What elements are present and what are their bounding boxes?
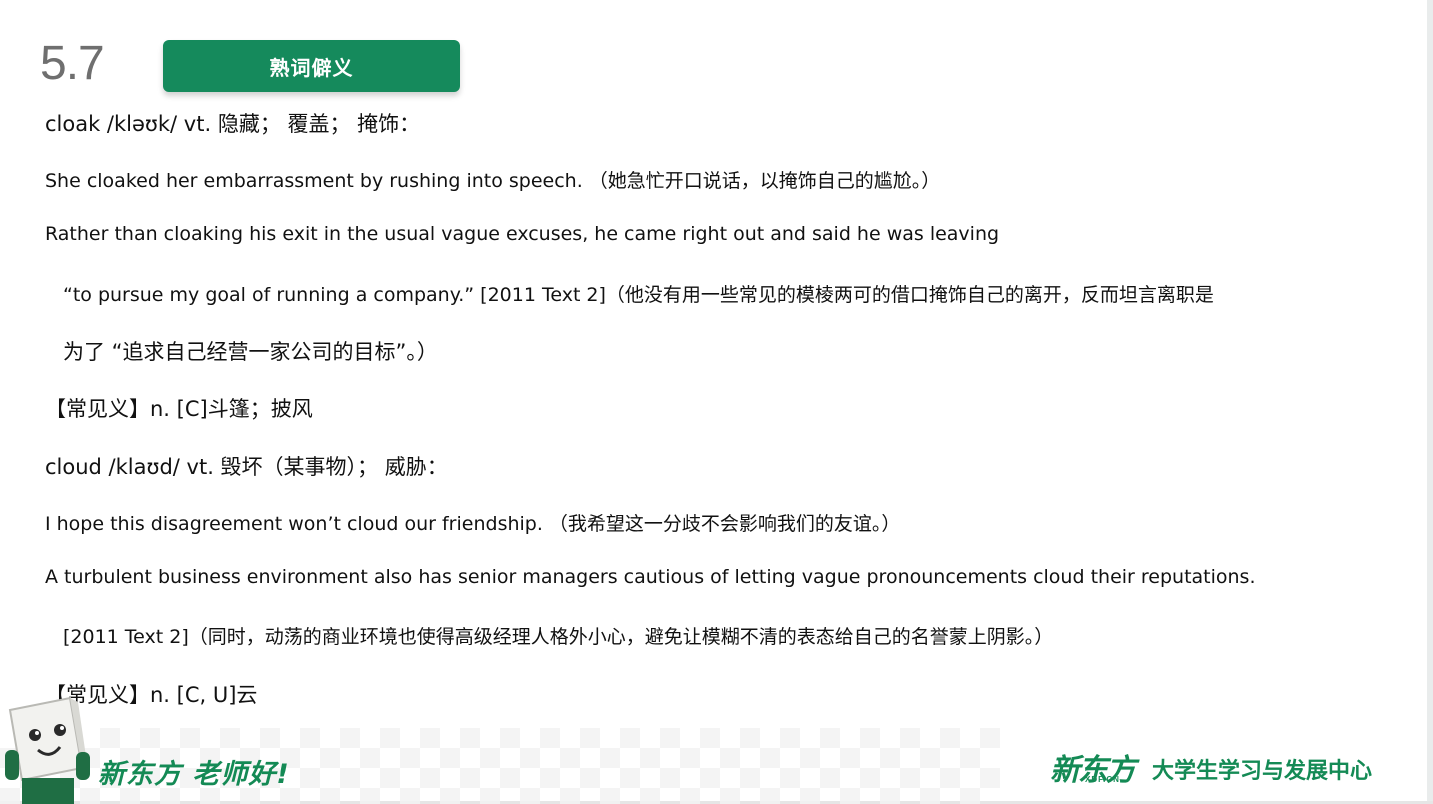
slide-edge [1427, 0, 1433, 804]
section-title: 熟词僻义 [269, 55, 354, 80]
footer-center-name: 大学生学习与发展中心 [1152, 759, 1373, 784]
section-title-box: 熟词僻义 [163, 40, 460, 92]
entry-cloak-headword: cloak /kləʊk/ vt. 隐藏； 覆盖； 掩饰： [45, 112, 421, 136]
slide: 5.7 熟词僻义 cloak /kləʊk/ vt. 隐藏； 覆盖； 掩饰： S… [0, 0, 1433, 804]
entry-cloud-headword: cloud /klaʊd/ vt. 毁坏（某事物）； 威胁： [45, 455, 448, 479]
entry-cloak-example-1: She cloaked her embarrassment by rushing… [45, 170, 941, 192]
entry-cloud-example-2-cont: [2011 Text 2]（同时，动荡的商业环境也使得高级经理人格外小心，避免让… [63, 626, 1054, 648]
entry-cloak-example-2-end: 为了 “追求自己经营一家公司的目标”。） [63, 340, 438, 364]
book-mascot-icon [5, 696, 90, 804]
xdf-logo-sub: XDF.CN [1085, 775, 1120, 784]
entry-cloak-example-2: Rather than cloaking his exit in the usu… [45, 223, 1000, 245]
section-number: 5.7 [40, 37, 105, 90]
entry-cloak-common-meaning: 【常见义】n. [C]斗篷；披风 [45, 397, 313, 421]
footer-slogan: 新东方 老师好! [98, 759, 290, 790]
entry-cloud-example-1: I hope this disagreement won’t cloud our… [45, 513, 901, 535]
entry-cloud-example-2: A turbulent business environment also ha… [45, 566, 1256, 588]
entry-cloak-example-2-cont: “to pursue my goal of running a company.… [63, 284, 1214, 306]
